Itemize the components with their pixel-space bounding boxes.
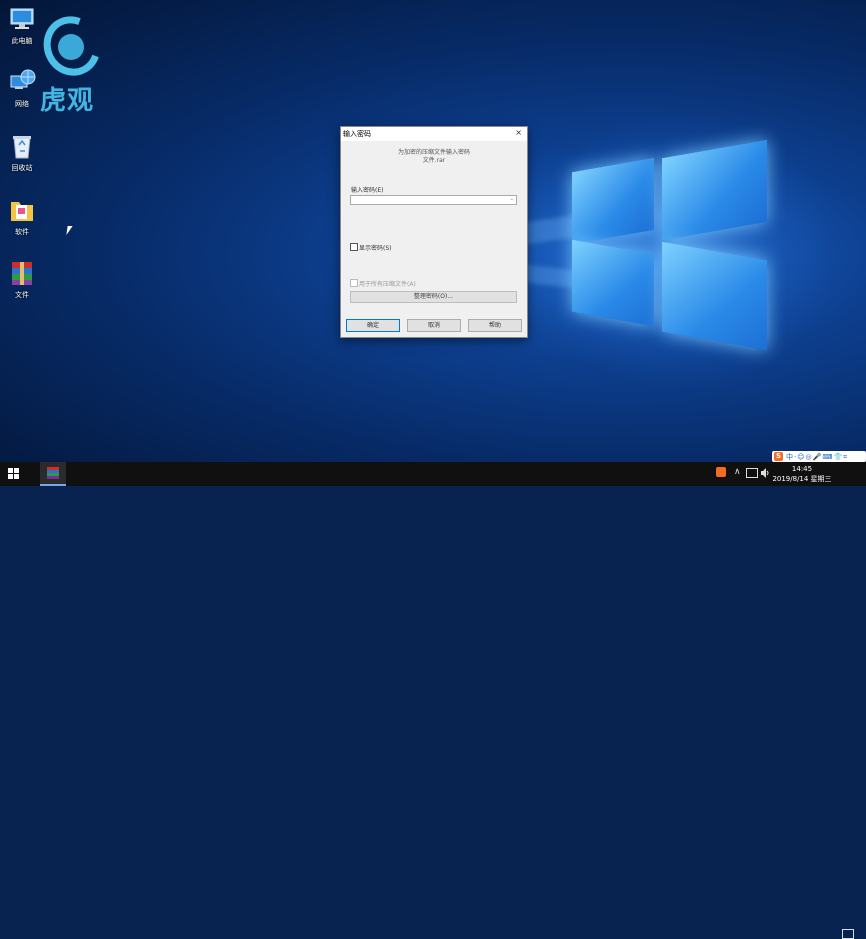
desktop-icon-recycle-bin[interactable]: 回收站 (2, 132, 42, 173)
organize-passwords-button[interactable]: 整理密码(O)... (350, 291, 517, 303)
dialog-filename: 文件.rar (422, 157, 446, 164)
brand-text: 虎观 (40, 86, 95, 116)
clock-time: 14:45 (791, 465, 813, 473)
windows-start-icon[interactable] (8, 468, 20, 480)
desktop-icon-software[interactable]: 软件 (2, 196, 42, 237)
desktop-icon-files[interactable]: 文件 (2, 259, 42, 300)
winrar-icon (47, 467, 59, 479)
use-for-all-checkbox[interactable] (350, 279, 358, 287)
logo-pane (662, 241, 767, 351)
network-icon (8, 68, 36, 96)
brand-logo: 虎观 (33, 6, 111, 116)
desktop-icon-network[interactable]: 网络 (2, 68, 42, 109)
desktop-icon-label: 文件 (15, 291, 29, 299)
password-input[interactable]: ⌄ (350, 195, 517, 205)
desktop-icon-label: 网络 (15, 100, 29, 108)
folder-icon (8, 196, 36, 224)
ok-button[interactable]: 确定 (346, 319, 400, 332)
windows-logo-wallpaper (570, 139, 770, 351)
winrar-archive-icon (8, 259, 36, 287)
desktop-icon-this-pc[interactable]: 此电脑 (2, 5, 42, 46)
sogou-ime-logo[interactable]: S (774, 452, 783, 461)
brand-dot (58, 34, 84, 60)
desktop-icon-label: 此电脑 (11, 37, 33, 45)
logo-pane (572, 239, 654, 327)
taskbar-app-winrar[interactable] (40, 462, 66, 486)
desktop-icon-label: 回收站 (11, 164, 33, 172)
taskbar: ∧ 14:45 2019/8/14 星期三 (0, 462, 866, 939)
notification-icon[interactable] (842, 929, 854, 939)
help-button[interactable]: 帮助 (468, 319, 522, 332)
recycle-bin-icon (8, 132, 36, 160)
cancel-button[interactable]: 取消 (407, 319, 461, 332)
ime-toolbar[interactable]: S 中·☺◎🎤⌨👕⌗ (772, 451, 866, 462)
logo-pane (572, 157, 654, 245)
mouse-cursor (66, 226, 73, 235)
use-for-all-label: 用于所有压缩文件(A) (359, 281, 416, 288)
tray-chevron-icon[interactable]: ∧ (734, 467, 741, 477)
volume-icon[interactable] (761, 468, 769, 478)
password-dialog: 输入密码 × 为加密的压缩文件输入密码 文件.rar 输入密码(E) ⌄ 显示密… (340, 126, 528, 338)
show-password-checkbox[interactable] (350, 243, 358, 251)
dialog-titlebar[interactable]: 输入密码 × (341, 127, 527, 141)
logo-pane (662, 139, 767, 241)
system-clock[interactable]: 14:45 2019/8/14 星期三 (772, 464, 832, 484)
sogou-tray-icon[interactable] (716, 467, 726, 477)
password-label: 输入密码(E) (351, 187, 384, 194)
desktop-icon-label: 软件 (15, 228, 29, 236)
clock-date: 2019/8/14 星期三 (772, 475, 832, 483)
network-tray-icon[interactable] (746, 468, 758, 478)
dialog-title: 输入密码 (343, 130, 371, 138)
show-password-label: 显示密码(S) (359, 245, 392, 252)
close-icon[interactable]: × (515, 128, 522, 137)
ime-status[interactable]: 中·☺◎🎤⌨👕⌗ (786, 452, 848, 462)
chevron-down-icon[interactable]: ⌄ (510, 196, 514, 202)
desktop: 虎观 此电脑 网络 回收站 软件 文件 输入密码 × 为加密的压缩文件输入密码 … (0, 0, 866, 462)
computer-icon (8, 5, 36, 33)
